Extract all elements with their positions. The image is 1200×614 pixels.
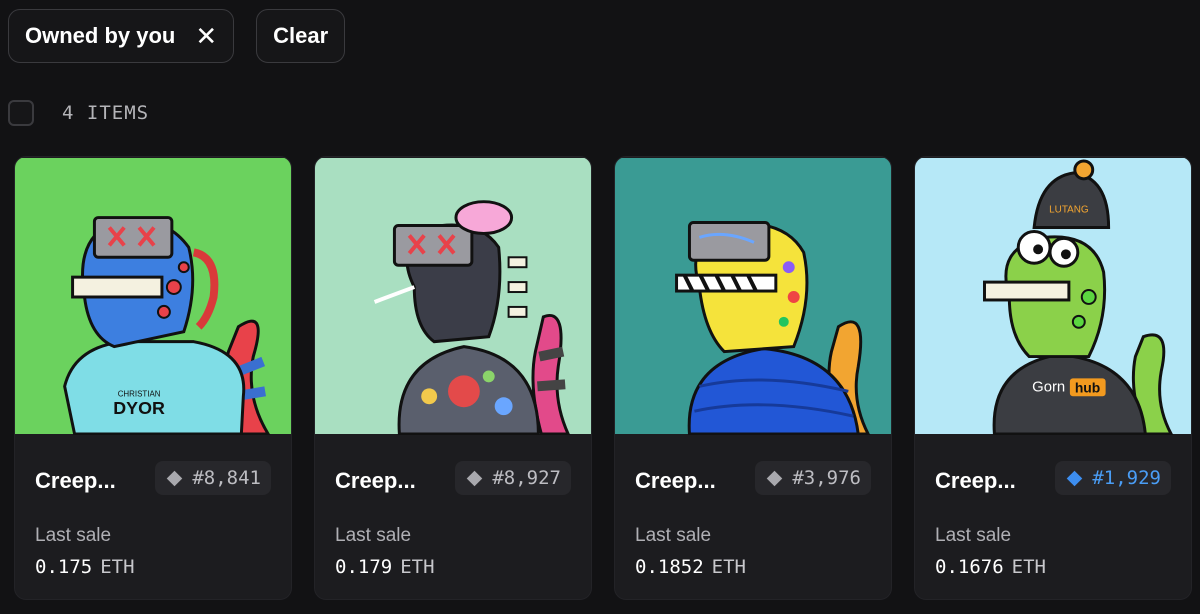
token-id: #1,929	[1092, 467, 1161, 489]
last-sale-value: 0.1852	[635, 556, 704, 578]
token-id-badge: #8,927	[455, 461, 571, 495]
last-sale-label: Last sale	[935, 525, 1012, 546]
item-name[interactable]: Creep...	[35, 468, 116, 494]
creepz-lizard-puffer-image	[615, 158, 891, 435]
last-sale-value: 0.175	[35, 556, 93, 578]
shirt-text-left: Gorn	[1032, 379, 1065, 395]
owned-by-you-filter-chip[interactable]: Owned by you ✕	[8, 9, 235, 63]
nft-image[interactable]	[615, 157, 891, 435]
close-icon[interactable]: ✕	[195, 23, 217, 49]
token-id-badge: #8,841	[155, 461, 271, 495]
clear-button[interactable]: Clear	[256, 9, 346, 63]
currency-unit: ETH	[711, 556, 746, 578]
last-sale-price: 0.1852 ETH	[635, 556, 746, 578]
item-name[interactable]: Creep...	[335, 468, 416, 494]
token-id: #3,976	[792, 467, 861, 489]
token-id: #8,841	[192, 467, 261, 489]
owned-by-you-label: Owned by you	[25, 23, 176, 48]
last-sale-label: Last sale	[35, 525, 112, 546]
nft-card[interactable]: CHRISTIAN DYOR Creep... #8,841 Last sale…	[14, 156, 292, 600]
last-sale-value: 0.179	[335, 556, 393, 578]
creepz-lizard-jacket-image	[315, 158, 591, 435]
nft-card[interactable]: Creep... #3,976 Last sale 0.1852 ETH	[614, 156, 892, 600]
token-id-badge: #1,929	[1055, 461, 1171, 495]
shirt-text-right: hub	[1075, 379, 1100, 395]
select-all-checkbox[interactable]	[8, 100, 34, 126]
last-sale-label: Last sale	[635, 525, 712, 546]
last-sale-price: 0.179 ETH	[335, 556, 435, 578]
creepz-lizard-beanie-image: Gorn hub LUTANG	[915, 158, 1191, 435]
item-grid: CHRISTIAN DYOR Creep... #8,841 Last sale…	[14, 156, 1192, 600]
filter-bar: Owned by you ✕ Clear	[8, 9, 346, 63]
results-header: 4 ITEMS	[8, 100, 149, 126]
nft-card[interactable]: Creep... #8,927 Last sale 0.179 ETH	[314, 156, 592, 600]
last-sale-price: 0.1676 ETH	[935, 556, 1046, 578]
currency-unit: ETH	[1011, 556, 1046, 578]
currency-unit: ETH	[400, 556, 435, 578]
nft-image[interactable]	[315, 157, 591, 435]
last-sale-label: Last sale	[335, 525, 412, 546]
beanie-text: LUTANG	[1049, 205, 1088, 216]
nft-card[interactable]: Gorn hub LUTANG Creep... #1,929 Last sal…	[914, 156, 1192, 600]
hoodie-brand-big: DYOR	[113, 398, 165, 418]
diamond-icon	[467, 470, 483, 486]
item-name[interactable]: Creep...	[635, 468, 716, 494]
token-id: #8,927	[492, 467, 561, 489]
token-id-badge: #3,976	[755, 461, 871, 495]
item-count: 4 ITEMS	[62, 102, 150, 124]
currency-unit: ETH	[100, 556, 135, 578]
diamond-icon	[1067, 470, 1083, 486]
last-sale-price: 0.175 ETH	[35, 556, 135, 578]
creepz-lizard-hoodie-image: CHRISTIAN DYOR	[15, 158, 291, 435]
last-sale-value: 0.1676	[935, 556, 1004, 578]
diamond-icon	[167, 470, 183, 486]
nft-image[interactable]: CHRISTIAN DYOR	[15, 157, 291, 435]
hoodie-brand-small: CHRISTIAN	[118, 389, 161, 398]
diamond-icon	[767, 470, 783, 486]
item-name[interactable]: Creep...	[935, 468, 1016, 494]
nft-image[interactable]: Gorn hub LUTANG	[915, 157, 1191, 435]
